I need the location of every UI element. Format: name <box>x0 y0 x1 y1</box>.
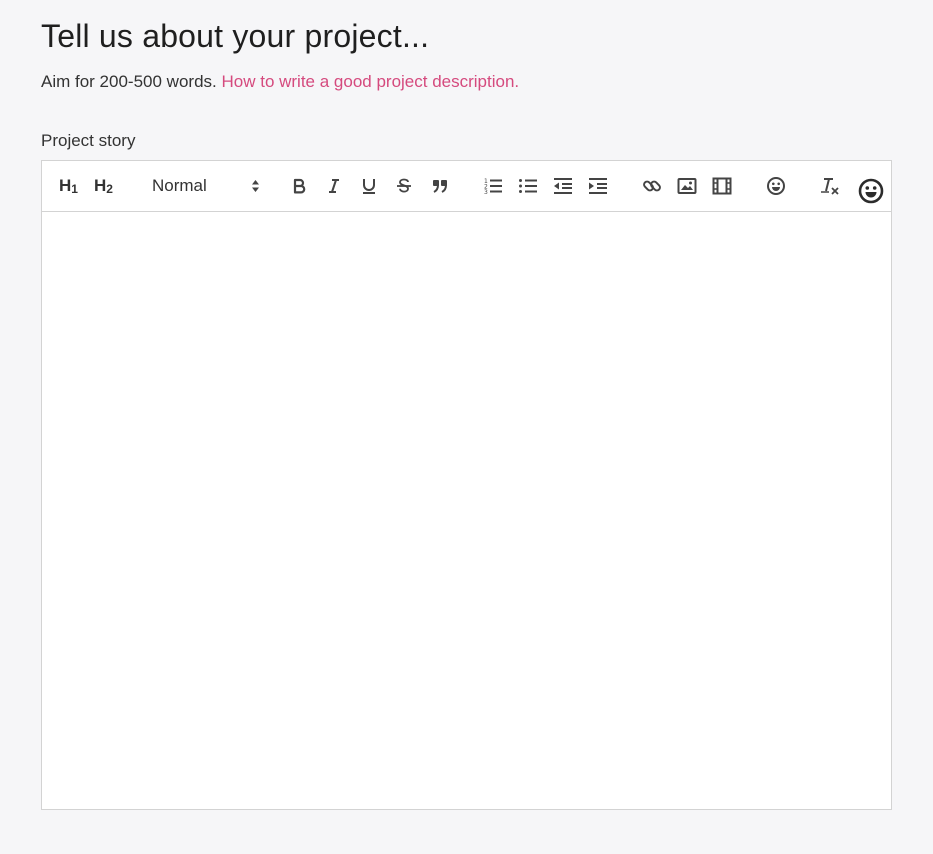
heading-1-sub: 1 <box>71 182 78 196</box>
video-button[interactable] <box>710 174 734 198</box>
bullet-list-button[interactable] <box>516 174 540 198</box>
underline-icon <box>360 177 378 195</box>
clear-format-button[interactable] <box>818 174 842 198</box>
clear-format-icon <box>819 176 841 196</box>
strikethrough-icon <box>395 177 413 195</box>
blockquote-icon <box>431 177 449 195</box>
page-title: Tell us about your project... <box>41 18 430 54</box>
link-button[interactable] <box>640 174 664 198</box>
heading-2-button[interactable]: H2 <box>94 175 113 200</box>
format-select-value: Normal <box>152 176 207 195</box>
image-button[interactable] <box>675 174 699 198</box>
outdent-button[interactable] <box>551 174 575 198</box>
emoji-picker-icon[interactable] <box>858 178 884 209</box>
rich-text-editor: H1 H2 Normal 1 2 3 <box>41 160 892 810</box>
editor-toolbar: H1 H2 Normal 1 2 3 <box>42 161 891 212</box>
bold-button[interactable] <box>287 174 311 198</box>
editor-content-area[interactable] <box>42 212 891 809</box>
heading-1-label: H <box>59 176 72 195</box>
italic-icon <box>325 177 343 195</box>
italic-button[interactable] <box>322 174 346 198</box>
blockquote-button[interactable] <box>428 174 452 198</box>
video-icon <box>712 177 732 195</box>
link-icon <box>642 176 662 196</box>
page: Tell us about your project... Aim for 20… <box>0 0 933 854</box>
indent-icon <box>588 177 608 195</box>
intro-text: Aim for 200-500 words. How to write a go… <box>41 72 519 92</box>
project-story-label: Project story <box>41 131 136 150</box>
underline-button[interactable] <box>357 174 381 198</box>
strikethrough-button[interactable] <box>392 174 416 198</box>
heading-2-label: H <box>94 176 107 195</box>
bold-icon <box>290 177 308 195</box>
bullet-list-icon <box>518 177 538 195</box>
svg-text:3: 3 <box>484 189 488 195</box>
word-count-hint: Aim for 200-500 words. <box>41 72 217 91</box>
ordered-list-button[interactable]: 1 2 3 <box>481 174 505 198</box>
description-guide-link[interactable]: How to write a good project description. <box>221 72 519 91</box>
heading-1-button[interactable]: H1 <box>59 175 78 200</box>
heading-2-sub: 2 <box>106 182 113 196</box>
ordered-list-icon: 1 2 3 <box>483 177 503 195</box>
image-icon <box>677 177 697 195</box>
indent-button[interactable] <box>586 174 610 198</box>
emoji-button[interactable] <box>764 174 788 198</box>
select-arrows-icon <box>251 179 260 198</box>
outdent-icon <box>553 177 573 195</box>
emoji-icon <box>766 176 786 196</box>
format-select[interactable]: Normal <box>152 173 260 199</box>
